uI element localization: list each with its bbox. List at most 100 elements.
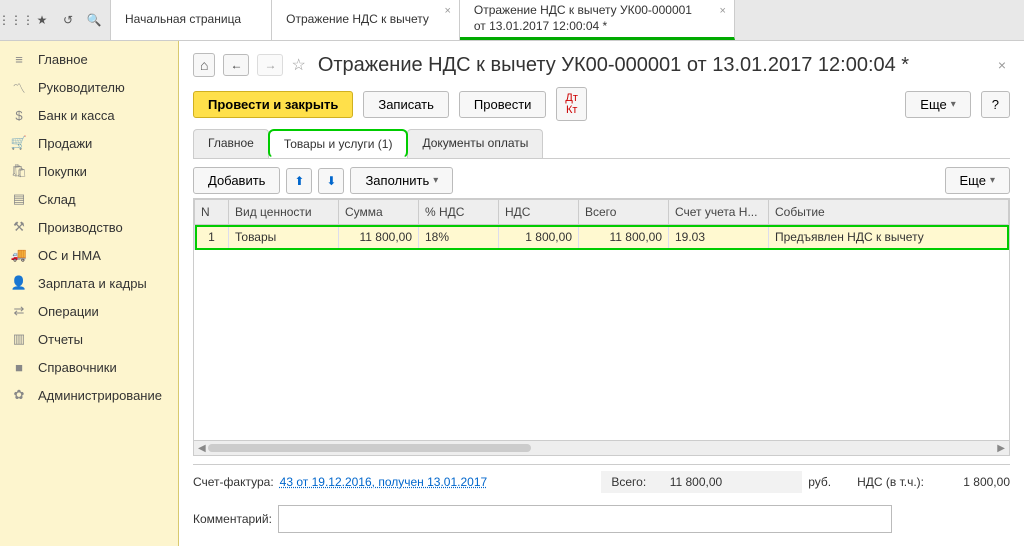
forward-button[interactable]: → <box>257 54 283 76</box>
sidebar-item-label: Главное <box>38 52 88 67</box>
top-tab-label: Отражение НДС к вычету УК00-000001 от 13… <box>474 3 704 34</box>
items-grid[interactable]: N Вид ценности Сумма % НДС НДС Всего Сче… <box>194 199 1009 250</box>
table-toolbar: Добавить ⬆ ⬇ Заполнить Еще <box>193 167 1010 194</box>
sidebar-item-label: Производство <box>38 220 123 235</box>
header-vat-pct[interactable]: % НДС <box>419 200 499 225</box>
cell-vat[interactable]: 1 800,00 <box>499 225 579 250</box>
grid-empty-area[interactable] <box>194 250 1009 440</box>
close-document-button[interactable]: × <box>994 57 1010 73</box>
basket-icon: 🛍 <box>10 163 28 179</box>
more-button[interactable]: Еще <box>905 91 970 118</box>
total-currency: руб. <box>808 475 831 489</box>
sidebar-item-hr[interactable]: 👤 Зарплата и кадры <box>0 269 178 297</box>
sidebar-item-warehouse[interactable]: ▤ Склад <box>0 185 178 213</box>
favorite-star[interactable] <box>291 55 305 75</box>
sidebar-item-label: Операции <box>38 304 99 319</box>
sidebar-item-label: Отчеты <box>38 332 83 347</box>
sidebar-item-label: Администрирование <box>38 388 162 403</box>
tab-payment-docs[interactable]: Документы оплаты <box>407 129 543 158</box>
cell-vat-pct[interactable]: 18% <box>419 225 499 250</box>
history-icon[interactable]: ↺ <box>60 12 76 28</box>
sidebar-item-main[interactable]: ≡Главное <box>0 45 178 73</box>
register-button[interactable]: ДᴛКᴛ <box>556 87 587 121</box>
sidebar-item-manager[interactable]: 〽Руководителю <box>0 73 178 101</box>
header-n[interactable]: N <box>195 200 229 225</box>
write-button[interactable]: Записать <box>363 91 449 118</box>
post-button[interactable]: Провести <box>459 91 547 118</box>
top-tab-reflection[interactable]: Отражение НДС к вычету × <box>272 0 460 40</box>
home-button[interactable] <box>193 53 215 77</box>
box-icon: ▤ <box>10 191 28 207</box>
table-row[interactable]: 1 Товары 11 800,00 18% 1 800,00 11 800,0… <box>195 225 1009 250</box>
top-tab-label: Начальная страница <box>125 12 241 28</box>
sidebar-item-purchases[interactable]: 🛍Покупки <box>0 157 178 185</box>
sidebar-item-operations[interactable]: ⇄Операции <box>0 297 178 325</box>
apps-icon[interactable]: ⋮⋮⋮ <box>8 12 24 28</box>
header-event[interactable]: Событие <box>769 200 1009 225</box>
sidebar-item-label: Справочники <box>38 360 117 375</box>
post-and-close-button[interactable]: Провести и закрыть <box>193 91 353 118</box>
gear-icon: ✿ <box>10 387 28 403</box>
vat-value: 1 800,00 <box>930 475 1010 489</box>
scrollbar-thumb[interactable] <box>208 444 531 452</box>
move-down-button[interactable]: ⬇ <box>318 168 344 194</box>
cell-n[interactable]: 1 <box>195 225 229 250</box>
header-vat[interactable]: НДС <box>499 200 579 225</box>
sidebar-item-sales[interactable]: 🛒 Продажи <box>0 129 178 157</box>
sidebar-item-reports[interactable]: ▥Отчеты <box>0 325 178 353</box>
grid-header-row: N Вид ценности Сумма % НДС НДС Всего Сче… <box>195 200 1009 225</box>
add-row-button[interactable]: Добавить <box>193 167 280 194</box>
invoice-label: Счет-фактура: <box>193 475 274 489</box>
sidebar-item-label: Продажи <box>38 136 92 151</box>
help-button[interactable]: ? <box>981 91 1010 118</box>
top-tab-home[interactable]: Начальная страница <box>111 0 272 40</box>
document-title: Отражение НДС к вычету УК00-000001 от 13… <box>318 54 986 77</box>
inner-tabs: Главное Товары и услуги (1) Документы оп… <box>193 129 1010 159</box>
close-icon[interactable]: × <box>719 4 725 18</box>
fill-button[interactable]: Заполнить <box>350 167 453 194</box>
tab-main[interactable]: Главное <box>193 129 269 158</box>
sidebar-item-label: Руководителю <box>38 80 125 95</box>
close-icon[interactable]: × <box>444 4 450 18</box>
header-total[interactable]: Всего <box>579 200 669 225</box>
cell-account[interactable]: 19.03 <box>669 225 769 250</box>
sidebar-item-assets[interactable]: 🚚ОС и НМА <box>0 241 178 269</box>
cart-icon: 🛒 <box>10 135 28 151</box>
sidebar-item-dictionaries[interactable]: ■ Справочники <box>0 353 178 381</box>
sidebar-item-production[interactable]: ⚒Производство <box>0 213 178 241</box>
header-account[interactable]: Счет учета Н... <box>669 200 769 225</box>
people-icon: 👤 <box>10 275 28 291</box>
top-tab-document[interactable]: Отражение НДС к вычету УК00-000001 от 13… <box>460 0 735 40</box>
back-button[interactable]: ← <box>223 54 249 76</box>
invoice-link[interactable]: 43 от 19.12.2016, получен 13.01.2017 <box>280 475 488 489</box>
total-value: 11 800,00 <box>652 475 722 489</box>
truck-icon: 🚚 <box>10 247 28 263</box>
horizontal-scrollbar[interactable]: ◀ ▶ <box>194 440 1009 455</box>
folder-icon: ■ <box>10 359 28 375</box>
home-icon <box>200 57 208 73</box>
cell-total[interactable]: 11 800,00 <box>579 225 669 250</box>
table-more-button[interactable]: Еще <box>945 167 1010 194</box>
main-toolbar: Провести и закрыть Записать Провести ДᴛК… <box>193 87 1010 121</box>
comment-input[interactable] <box>278 505 892 533</box>
move-up-button[interactable]: ⬆ <box>286 168 312 194</box>
total-label: Всего: <box>611 475 646 489</box>
cell-type[interactable]: Товары <box>229 225 339 250</box>
top-tabs-bar: ⋮⋮⋮ ★ ↺ 🔍 Начальная страница Отражение Н… <box>0 0 1024 41</box>
tab-goods-services[interactable]: Товары и услуги (1) <box>268 129 409 158</box>
document-header: ← → Отражение НДС к вычету УК00-000001 о… <box>193 53 1010 77</box>
vat-label: НДС (в т.ч.): <box>857 475 924 489</box>
header-sum[interactable]: Сумма <box>339 200 419 225</box>
sidebar-item-label: Склад <box>38 192 76 207</box>
sidebar-item-bank[interactable]: $Банк и касса <box>0 101 178 129</box>
comment-label: Комментарий: <box>193 512 272 526</box>
star-icon[interactable]: ★ <box>34 12 50 28</box>
cell-event[interactable]: Предъявлен НДС к вычету <box>769 225 1009 250</box>
header-type[interactable]: Вид ценности <box>229 200 339 225</box>
sidebar-item-label: Банк и касса <box>38 108 115 123</box>
cell-sum[interactable]: 11 800,00 <box>339 225 419 250</box>
sidebar-item-admin[interactable]: ✿ Администрирование <box>0 381 178 409</box>
search-icon[interactable]: 🔍 <box>86 12 102 28</box>
sidebar-item-label: Зарплата и кадры <box>38 276 147 291</box>
system-icons: ⋮⋮⋮ ★ ↺ 🔍 <box>0 0 111 40</box>
